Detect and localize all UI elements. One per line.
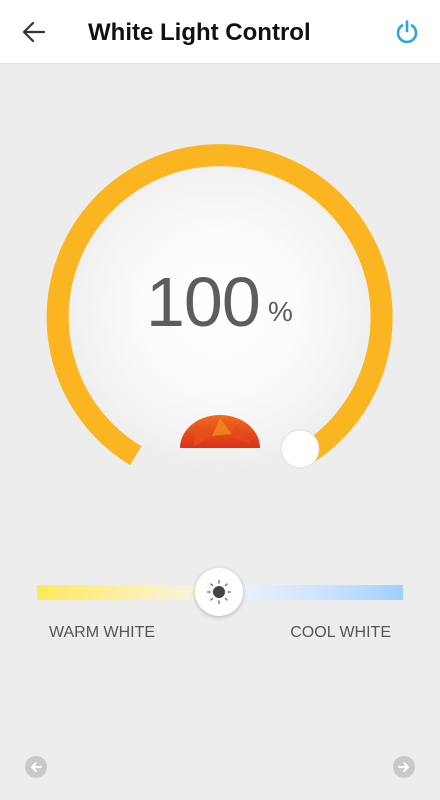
brightness-dial[interactable] <box>0 0 440 800</box>
previous-button[interactable] <box>25 756 47 778</box>
cool-white-label: COOL WHITE <box>290 624 391 641</box>
arrow-right-circle-icon <box>398 762 409 772</box>
warm-white-label: WARM WHITE <box>49 624 156 641</box>
arrow-left-circle-icon <box>31 762 42 772</box>
sun-icon <box>206 579 232 605</box>
brightness-value: 100 <box>146 263 261 341</box>
next-button[interactable] <box>393 756 415 778</box>
brightness-unit: % <box>268 296 293 327</box>
jellyfish-icon <box>180 415 260 510</box>
color-temperature-thumb[interactable] <box>195 568 243 616</box>
brightness-knob[interactable] <box>280 429 320 469</box>
